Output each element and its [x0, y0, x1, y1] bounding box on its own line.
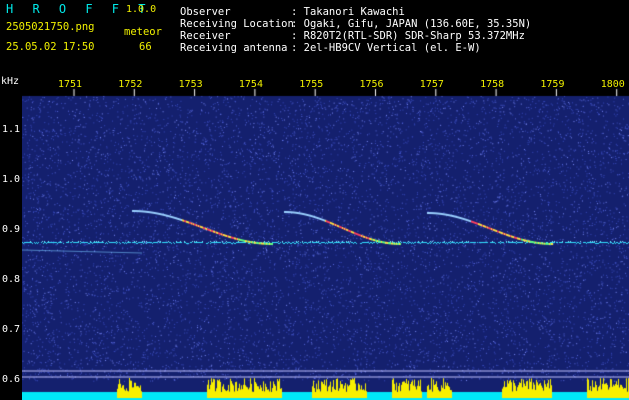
y-tick-label: 0.9 — [2, 224, 21, 235]
spectrogram-canvas — [22, 75, 629, 400]
header-panel: H R O F F T 1.0.0 2505021750.png meteor … — [0, 0, 629, 62]
x-tick-label: 1757 — [419, 79, 444, 90]
observer-label: Observer — [180, 6, 231, 18]
x-tick-label: 1756 — [359, 79, 384, 90]
location-label: Receiving Location — [180, 18, 294, 30]
y-tick-label: 0.7 — [2, 324, 21, 335]
event-count: 66 — [139, 41, 152, 53]
x-tick-label: 1755 — [299, 79, 324, 90]
y-tick-label: 0.6 — [2, 374, 21, 385]
y-axis-unit: kHz — [1, 76, 20, 87]
x-tick-label: 1759 — [540, 79, 565, 90]
image-filename: 2505021750.png — [6, 21, 95, 33]
x-tick-label: 1800 — [600, 79, 625, 90]
event-type-label: meteor — [124, 26, 162, 38]
receiver-value: : R820T2(RTL-SDR) SDR-Sharp 53.372MHz — [291, 30, 525, 42]
antenna-label: Receiving antenna — [180, 42, 288, 54]
observer-value: : Takanori Kawachi — [291, 6, 405, 18]
x-tick-label: 1752 — [118, 79, 143, 90]
location-value: : Ogaki, Gifu, JAPAN (136.60E, 35.35N) — [291, 18, 532, 30]
x-tick-label: 1753 — [178, 79, 203, 90]
x-tick-label: 1758 — [480, 79, 505, 90]
antenna-value: : 2el-HB9CV Vertical (el. E-W) — [291, 42, 481, 54]
receiver-label: Receiver — [180, 30, 231, 42]
y-tick-label: 1.0 — [2, 174, 21, 185]
capture-datetime: 25.05.02 17:50 — [6, 41, 95, 53]
y-tick-label: 0.8 — [2, 274, 21, 285]
y-tick-label: 1.1 — [2, 124, 21, 135]
x-tick-label: 1751 — [58, 79, 83, 90]
app-version: 1.0.0 — [126, 4, 157, 15]
x-tick-label: 1754 — [238, 79, 263, 90]
